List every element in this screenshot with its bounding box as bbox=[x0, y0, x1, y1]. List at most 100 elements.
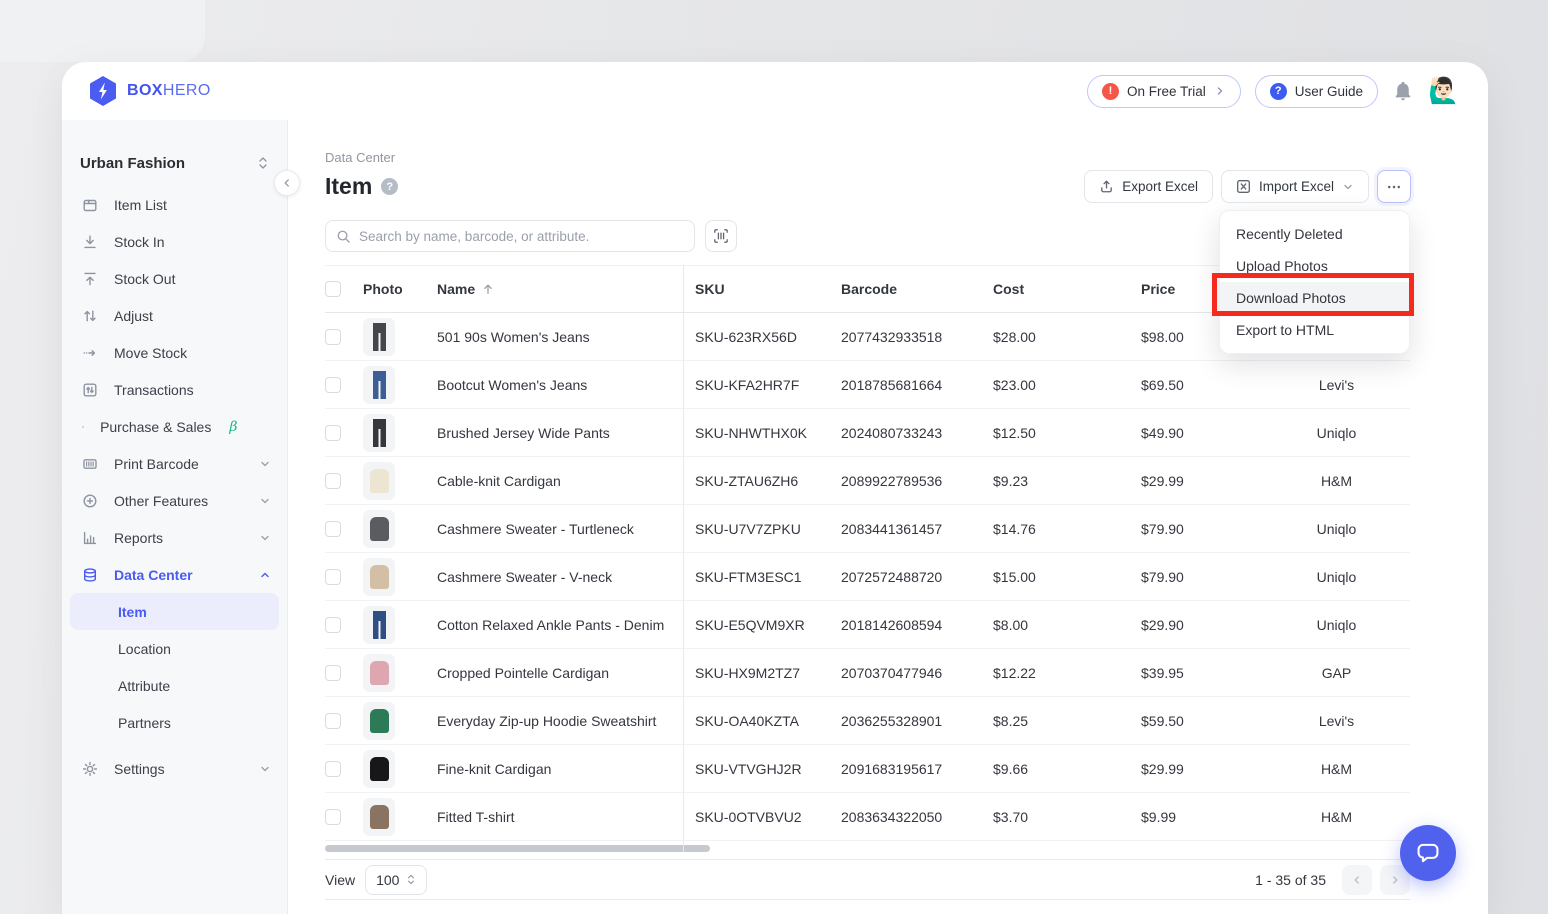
table-row[interactable]: Cashmere Sweater - V-neck SKU-FTM3ESC1 2… bbox=[325, 553, 1410, 601]
export-icon bbox=[1099, 179, 1114, 194]
menu-item-download-photos[interactable]: Download Photos bbox=[1220, 282, 1409, 314]
select-all-checkbox[interactable] bbox=[325, 281, 341, 297]
trial-label: On Free Trial bbox=[1127, 84, 1206, 99]
table-row[interactable]: Bootcut Women's Jeans SKU-KFA2HR7F 20187… bbox=[325, 361, 1410, 409]
import-excel-button[interactable]: Import Excel bbox=[1221, 170, 1369, 203]
menu-item-export-to-html[interactable]: Export to HTML bbox=[1220, 314, 1409, 346]
column-header-sku[interactable]: SKU bbox=[683, 281, 841, 297]
row-checkbox[interactable] bbox=[325, 617, 341, 633]
question-icon: ? bbox=[1270, 83, 1287, 100]
logo-hexagon-icon bbox=[88, 75, 118, 107]
chat-support-button[interactable] bbox=[1400, 825, 1456, 881]
table-row[interactable]: Cropped Pointelle Cardigan SKU-HX9M2TZ7 … bbox=[325, 649, 1410, 697]
row-checkbox[interactable] bbox=[325, 569, 341, 585]
sidebar-item-reports[interactable]: Reports bbox=[62, 519, 287, 556]
chevron-down-icon bbox=[1342, 181, 1354, 193]
column-header-barcode[interactable]: Barcode bbox=[841, 281, 993, 297]
sidebar-subitem-partners[interactable]: Partners bbox=[70, 704, 279, 741]
item-name: Brushed Jersey Wide Pants bbox=[437, 425, 683, 441]
row-checkbox[interactable] bbox=[325, 713, 341, 729]
view-label: View bbox=[325, 872, 355, 888]
sidebar: Urban Fashion Item List Stock In Stock O… bbox=[62, 120, 288, 914]
sidebar-item-item-list[interactable]: Item List bbox=[62, 186, 287, 223]
item-brand: H&M bbox=[1263, 809, 1410, 825]
search-icon bbox=[336, 229, 351, 244]
item-sku: SKU-KFA2HR7F bbox=[683, 377, 841, 393]
page-size-select[interactable]: 100 bbox=[365, 865, 427, 895]
more-options-menu: Recently Deleted Upload Photos Download … bbox=[1219, 210, 1410, 354]
sidebar-item-data-center[interactable]: Data Center bbox=[62, 556, 287, 593]
menu-item-recently-deleted[interactable]: Recently Deleted bbox=[1220, 218, 1409, 250]
item-cost: $14.76 bbox=[993, 521, 1141, 537]
column-header-name[interactable]: Name bbox=[437, 281, 683, 297]
row-checkbox[interactable] bbox=[325, 329, 341, 345]
item-brand: Levi's bbox=[1263, 713, 1410, 729]
item-sku: SKU-FTM3ESC1 bbox=[683, 569, 841, 585]
sidebar-item-adjust[interactable]: Adjust bbox=[62, 297, 287, 334]
table-row[interactable]: Cashmere Sweater - Turtleneck SKU-U7V7ZP… bbox=[325, 505, 1410, 553]
item-photo bbox=[363, 462, 395, 500]
item-cost: $9.23 bbox=[993, 473, 1141, 489]
workspace-name: Urban Fashion bbox=[80, 155, 185, 172]
help-icon[interactable]: ? bbox=[381, 178, 398, 195]
workspace-switcher[interactable]: Urban Fashion bbox=[62, 120, 287, 184]
sidebar-collapse-button[interactable] bbox=[274, 170, 300, 196]
table-row[interactable]: Fitted T-shirt SKU-0OTVBVU2 208363432205… bbox=[325, 793, 1410, 841]
export-excel-button[interactable]: Export Excel bbox=[1084, 170, 1213, 203]
table-row[interactable]: Everyday Zip-up Hoodie Sweatshirt SKU-OA… bbox=[325, 697, 1410, 745]
free-trial-button[interactable]: ! On Free Trial bbox=[1087, 75, 1241, 108]
item-barcode: 2070370477946 bbox=[841, 665, 993, 681]
row-checkbox[interactable] bbox=[325, 521, 341, 537]
notification-bell-icon[interactable] bbox=[1392, 80, 1414, 102]
sidebar-item-purchase-sales[interactable]: Purchase & Sales β bbox=[62, 408, 287, 445]
sort-updown-icon bbox=[257, 156, 269, 170]
sidebar-subitem-item[interactable]: Item bbox=[70, 593, 279, 630]
logo-wordmark: BOXHERO bbox=[127, 82, 211, 100]
breadcrumb: Data Center bbox=[325, 150, 1488, 165]
arrow-up-icon bbox=[82, 271, 98, 287]
table-row[interactable]: Cotton Relaxed Ankle Pants - Denim SKU-E… bbox=[325, 601, 1410, 649]
sidebar-item-stock-in[interactable]: Stock In bbox=[62, 223, 287, 260]
item-price: $29.90 bbox=[1141, 617, 1263, 633]
horizontal-scrollbar[interactable] bbox=[325, 845, 710, 852]
item-brand: Uniqlo bbox=[1263, 425, 1410, 441]
item-sku: SKU-E5QVM9XR bbox=[683, 617, 841, 633]
item-price: $59.50 bbox=[1141, 713, 1263, 729]
row-checkbox[interactable] bbox=[325, 377, 341, 393]
updown-arrows-icon bbox=[406, 873, 416, 886]
sidebar-item-transactions[interactable]: Transactions bbox=[62, 371, 287, 408]
row-checkbox[interactable] bbox=[325, 425, 341, 441]
excel-file-icon bbox=[1236, 179, 1251, 194]
boxhero-logo[interactable]: BOXHERO bbox=[88, 75, 211, 107]
search-input[interactable] bbox=[359, 229, 684, 244]
row-checkbox[interactable] bbox=[325, 473, 341, 489]
row-checkbox[interactable] bbox=[325, 665, 341, 681]
sidebar-item-other-features[interactable]: Other Features bbox=[62, 482, 287, 519]
row-checkbox[interactable] bbox=[325, 761, 341, 777]
sidebar-subitem-attribute[interactable]: Attribute bbox=[70, 667, 279, 704]
sidebar-item-move-stock[interactable]: Move Stock bbox=[62, 334, 287, 371]
row-checkbox[interactable] bbox=[325, 809, 341, 825]
user-guide-button[interactable]: ? User Guide bbox=[1255, 75, 1378, 108]
item-price: $29.99 bbox=[1141, 761, 1263, 777]
menu-item-upload-photos[interactable]: Upload Photos bbox=[1220, 250, 1409, 282]
chevron-right-icon bbox=[1214, 85, 1226, 97]
background-window-corner bbox=[0, 0, 205, 62]
item-price: $9.99 bbox=[1141, 809, 1263, 825]
sidebar-subitem-location[interactable]: Location bbox=[70, 630, 279, 667]
table-row[interactable]: Brushed Jersey Wide Pants SKU-NHWTHX0K 2… bbox=[325, 409, 1410, 457]
table-row[interactable]: Cable-knit Cardigan SKU-ZTAU6ZH6 2089922… bbox=[325, 457, 1410, 505]
item-photo bbox=[363, 558, 395, 596]
previous-page-button[interactable] bbox=[1342, 865, 1372, 895]
table-row[interactable]: Fine-knit Cardigan SKU-VTVGHJ2R 20916831… bbox=[325, 745, 1410, 793]
sidebar-item-settings[interactable]: Settings bbox=[62, 750, 287, 787]
item-photo bbox=[363, 702, 395, 740]
sidebar-item-print-barcode[interactable]: Print Barcode bbox=[62, 445, 287, 482]
user-avatar[interactable]: 🙋🏻‍♂️ bbox=[1428, 75, 1460, 107]
column-header-cost[interactable]: Cost bbox=[993, 281, 1141, 297]
barcode-scan-button[interactable] bbox=[705, 220, 737, 252]
more-options-button[interactable] bbox=[1377, 170, 1411, 203]
sidebar-item-stock-out[interactable]: Stock Out bbox=[62, 260, 287, 297]
item-cost: $23.00 bbox=[993, 377, 1141, 393]
item-barcode: 2083634322050 bbox=[841, 809, 993, 825]
